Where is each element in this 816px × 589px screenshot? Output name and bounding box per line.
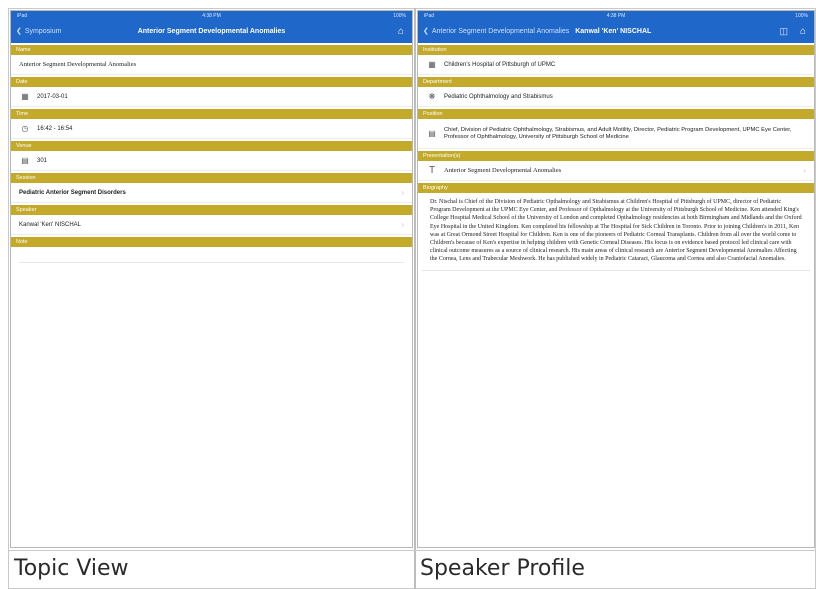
note-field[interactable] [19, 247, 404, 263]
speaker-row[interactable]: Kanwal 'Ken' NISCHAL › [11, 215, 412, 235]
section-header-venue: Venue [11, 141, 412, 151]
book-icon[interactable]: ◫ [779, 26, 788, 37]
chevron-right-icon: › [401, 220, 404, 229]
group-icon: ❋ [428, 92, 436, 101]
carrier-label: iPad [17, 13, 28, 19]
speaker-value: Kanwal 'Ken' NISCHAL [19, 221, 81, 228]
section-header-note: Note [11, 237, 412, 247]
section-header-name: Name [11, 45, 412, 55]
column-divider [414, 8, 416, 589]
back-button[interactable]: ❮ Anterior Segment Developmental Anomali… [423, 27, 652, 36]
status-bar: iPad 4:38 PM 100% [11, 11, 412, 21]
section-header-session: Session [11, 173, 412, 183]
presentation-row[interactable]: T Anterior Segment Developmental Anomali… [418, 161, 814, 181]
section-header-institution: Institution [418, 45, 814, 55]
department-row: ❋ Pediatric Ophthalmology and Strabismus [418, 87, 814, 107]
screenshot-frame: iPad 4:38 PM 100% ❮ Symposium Anterior S… [0, 0, 816, 589]
chevron-right-icon: › [803, 166, 806, 175]
venue-value: 301 [37, 157, 48, 164]
section-header-date: Date [11, 77, 412, 87]
chevron-left-icon: ❮ [423, 28, 429, 35]
page-title: Anterior Segment Developmental Anomalies [137, 28, 286, 35]
navigation-bar: ❮ Anterior Segment Developmental Anomali… [418, 21, 814, 43]
clock-label: 4:38 PM [202, 13, 221, 19]
section-header-position: Position [418, 109, 814, 119]
home-icon[interactable]: ⌂ [800, 26, 806, 37]
section-header-department: Department [418, 77, 814, 87]
caption-divider [8, 550, 816, 551]
speaker-profile-panel: iPad 4:38 PM 100% ❮ Anterior Segment Dev… [417, 10, 815, 548]
date-row: ▦ 2017-03-01 [11, 87, 412, 107]
position-row: ▤ Chief, Division of Pediatric Ophthalmo… [418, 119, 814, 149]
calendar-icon: ▦ [21, 92, 29, 101]
position-value: Chief, Division of Pediatric Ophthalmolo… [444, 126, 792, 140]
caption-speaker-profile: Speaker Profile [420, 556, 585, 581]
chevron-left-icon: ❮ [16, 28, 22, 35]
clock-label: 4:38 PM [606, 13, 626, 19]
time-row: ◷ 16:42 - 16:54 [11, 119, 412, 139]
department-value: Pediatric Ophthalmology and Strabismus [444, 93, 553, 100]
building-icon: ▤ [21, 156, 29, 165]
caption-topic-view: Topic View [14, 556, 129, 581]
name-row: Anterior Segment Developmental Anomalies [11, 55, 412, 75]
text-icon: T [428, 165, 436, 176]
back-button-label: Anterior Segment Developmental Anomalies [431, 27, 570, 35]
section-header-time: Time [11, 109, 412, 119]
navigation-bar: ❮ Symposium Anterior Segment Development… [11, 21, 412, 43]
status-bar: iPad 4:38 PM 100% [418, 11, 814, 21]
carrier-label: iPad [424, 13, 435, 19]
topic-name-value: Anterior Segment Developmental Anomalies [19, 61, 137, 68]
section-header-speaker: Speaker [11, 205, 412, 215]
section-header-biography: Biography [418, 183, 814, 193]
battery-label: 100% [795, 13, 808, 19]
back-button[interactable]: ❮ Symposium [16, 27, 62, 36]
page-title: Kanwal 'Ken' NISCHAL [575, 27, 652, 35]
section-header-presentations: Presentation(s) [418, 151, 814, 161]
date-value: 2017-03-01 [37, 93, 68, 100]
home-icon[interactable]: ⌂ [398, 26, 404, 37]
chevron-right-icon: › [401, 188, 404, 197]
institution-row: ▦ Children's Hospital of Pittsburgh of U… [418, 55, 814, 75]
venue-row: ▤ 301 [11, 151, 412, 171]
session-value: Pediatric Anterior Segment Disorders [19, 189, 126, 196]
institution-value: Children's Hospital of Pittsburgh of UPM… [444, 61, 556, 68]
time-value: 16:42 - 16:54 [37, 125, 73, 132]
back-button-label: Symposium [24, 27, 62, 35]
battery-label: 100% [393, 13, 406, 19]
session-row[interactable]: Pediatric Anterior Segment Disorders › [11, 183, 412, 203]
biography-text: Dr. Nischal is Chief of the Division of … [422, 193, 810, 271]
topic-view-panel: iPad 4:38 PM 100% ❮ Symposium Anterior S… [10, 10, 413, 548]
clock-icon: ◷ [21, 124, 29, 133]
building-icon: ▦ [428, 60, 436, 69]
id-card-icon: ▤ [428, 129, 436, 138]
presentation-value: Anterior Segment Developmental Anomalies [444, 167, 562, 174]
